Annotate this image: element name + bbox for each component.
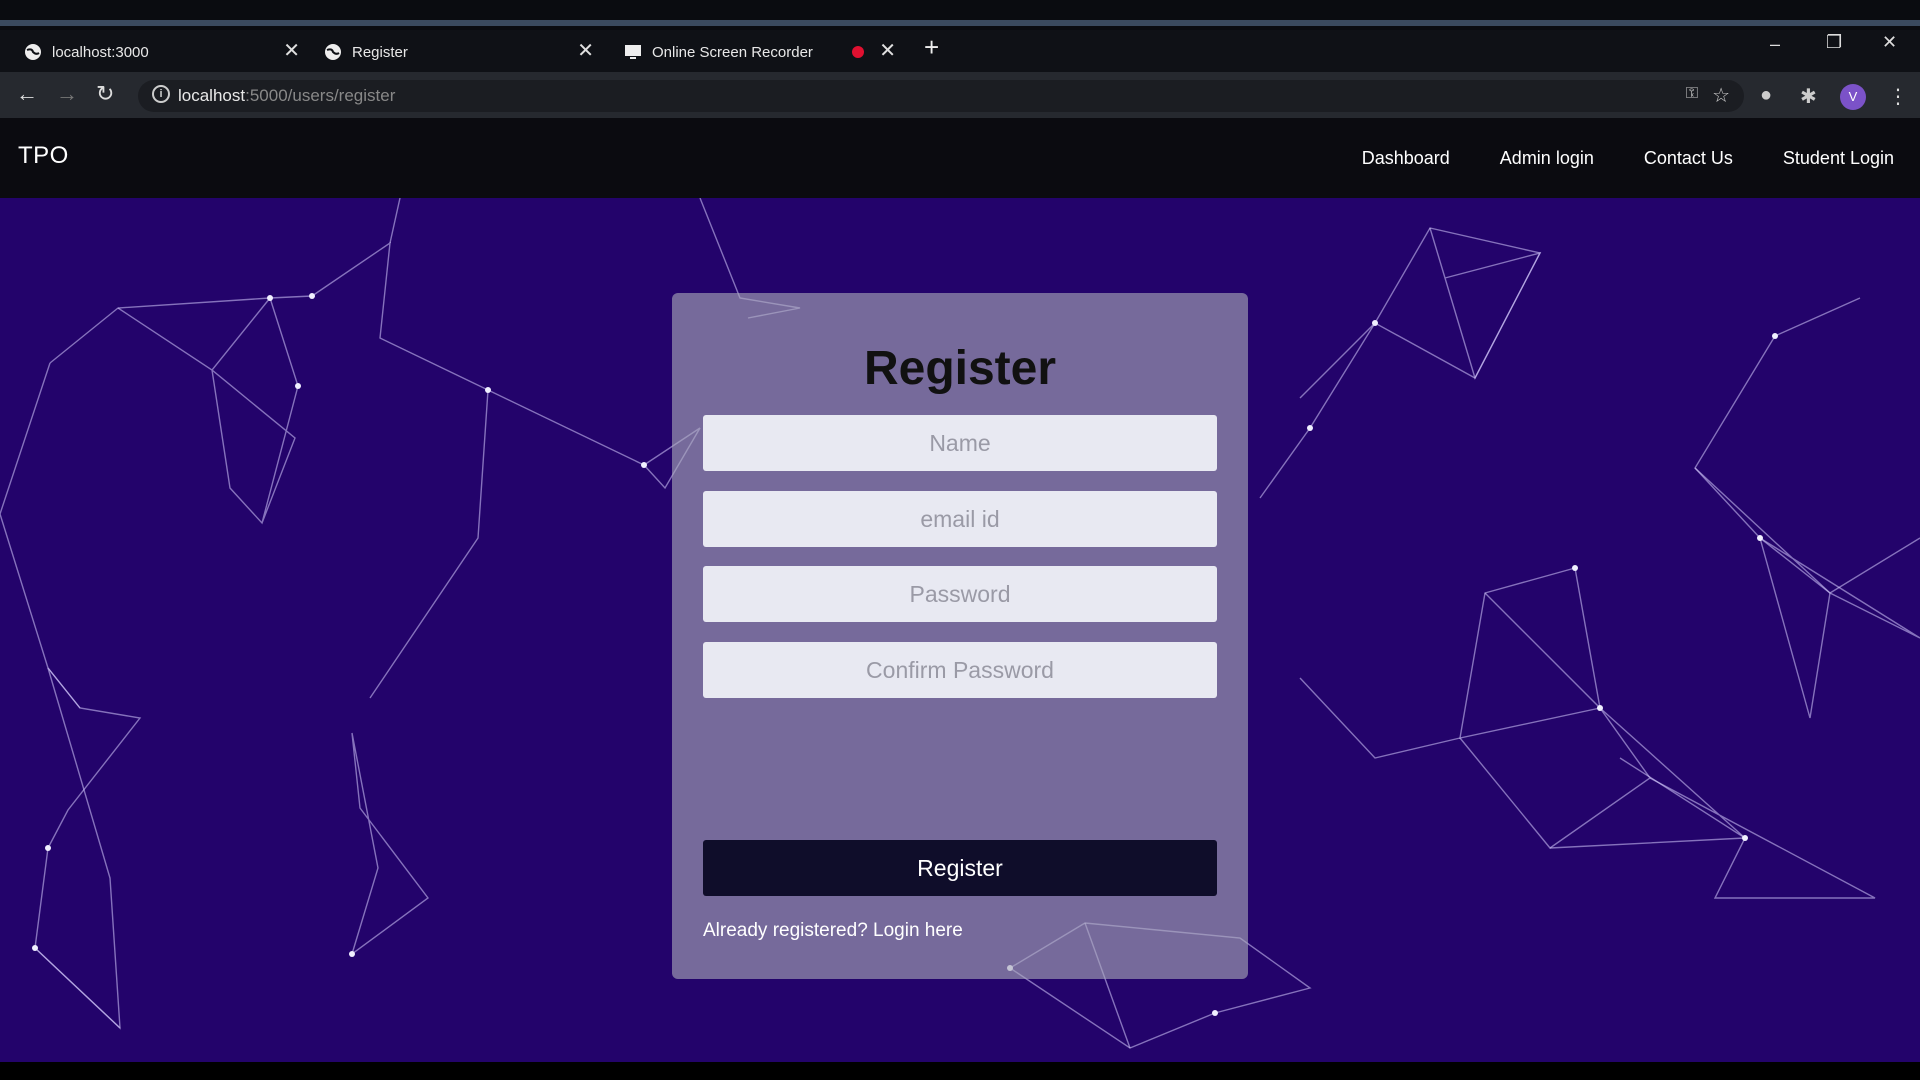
login-link[interactable]: Already registered? Login here [703, 920, 963, 942]
profile-avatar[interactable]: V [1840, 84, 1866, 110]
site-info-icon[interactable]: i [152, 85, 170, 103]
menu-kebab-icon[interactable]: ⋮ [1888, 84, 1908, 109]
name-field[interactable] [703, 415, 1217, 471]
nav-admin-login[interactable]: Admin login [1500, 148, 1594, 169]
url-text: localhost:5000/users/register [178, 86, 395, 106]
nav-dashboard[interactable]: Dashboard [1362, 148, 1450, 169]
minimize-icon[interactable]: – [1770, 34, 1780, 55]
back-icon[interactable]: ← [16, 82, 38, 106]
confirm-password-field[interactable] [703, 642, 1217, 698]
site-navbar: TPO Dashboard Admin login Contact Us Stu… [0, 118, 1920, 198]
register-button[interactable]: Register [703, 840, 1217, 896]
monitor-icon [625, 45, 641, 59]
key-icon[interactable]: ⚿ [1686, 85, 1698, 103]
recording-indicator-icon [852, 46, 864, 58]
forward-icon[interactable]: → [56, 82, 78, 106]
globe-icon [325, 44, 341, 60]
page-viewport: TPO Dashboard Admin login Contact Us Stu… [0, 118, 1920, 1062]
tab-register[interactable]: Register ✕ [324, 34, 594, 70]
tab-localhost-3000[interactable]: localhost:3000 ✕ [24, 34, 300, 70]
register-card: Register Register Already registered? Lo… [672, 293, 1248, 979]
url-host: localhost [178, 86, 246, 105]
star-icon[interactable]: ☆ [1712, 83, 1730, 108]
puzzle-icon[interactable]: ✱ [1800, 84, 1817, 109]
tab-title: localhost:3000 [52, 43, 149, 61]
nav-student-login[interactable]: Student Login [1783, 148, 1894, 169]
address-bar-row: ← → ↻ i localhost:5000/users/register ⚿ … [0, 72, 1920, 118]
new-tab-icon[interactable]: + [924, 34, 939, 60]
nav-links: Dashboard Admin login Contact Us Student… [1312, 148, 1894, 169]
close-tab-icon[interactable]: ✕ [283, 41, 300, 61]
email-field[interactable] [703, 491, 1217, 547]
close-window-icon[interactable]: ✕ [1882, 32, 1897, 53]
globe-icon [25, 44, 41, 60]
brand-logo[interactable]: TPO [18, 142, 69, 170]
extension-icon[interactable]: ● [1760, 84, 1772, 107]
browser-tab-bar: localhost:3000 ✕ Register ✕ Online Scree… [0, 30, 1920, 72]
url-input[interactable]: i localhost:5000/users/register ⚿ ☆ [138, 80, 1744, 112]
url-path: :5000/users/register [245, 86, 396, 105]
top-strip [0, 0, 1920, 30]
close-tab-icon[interactable]: ✕ [577, 41, 594, 61]
top-accent-line [0, 20, 1920, 26]
form-title: Register [863, 342, 1057, 395]
password-field[interactable] [703, 566, 1217, 622]
close-tab-icon[interactable]: ✕ [879, 41, 896, 61]
tab-online-screen-recorder[interactable]: Online Screen Recorder ✕ [624, 34, 896, 70]
restore-icon[interactable]: ❐ [1826, 32, 1842, 53]
tab-title: Online Screen Recorder [652, 43, 813, 61]
reload-icon[interactable]: ↻ [96, 82, 114, 106]
nav-contact-us[interactable]: Contact Us [1644, 148, 1733, 169]
bottom-bar [0, 1062, 1920, 1080]
tab-title: Register [352, 43, 408, 61]
